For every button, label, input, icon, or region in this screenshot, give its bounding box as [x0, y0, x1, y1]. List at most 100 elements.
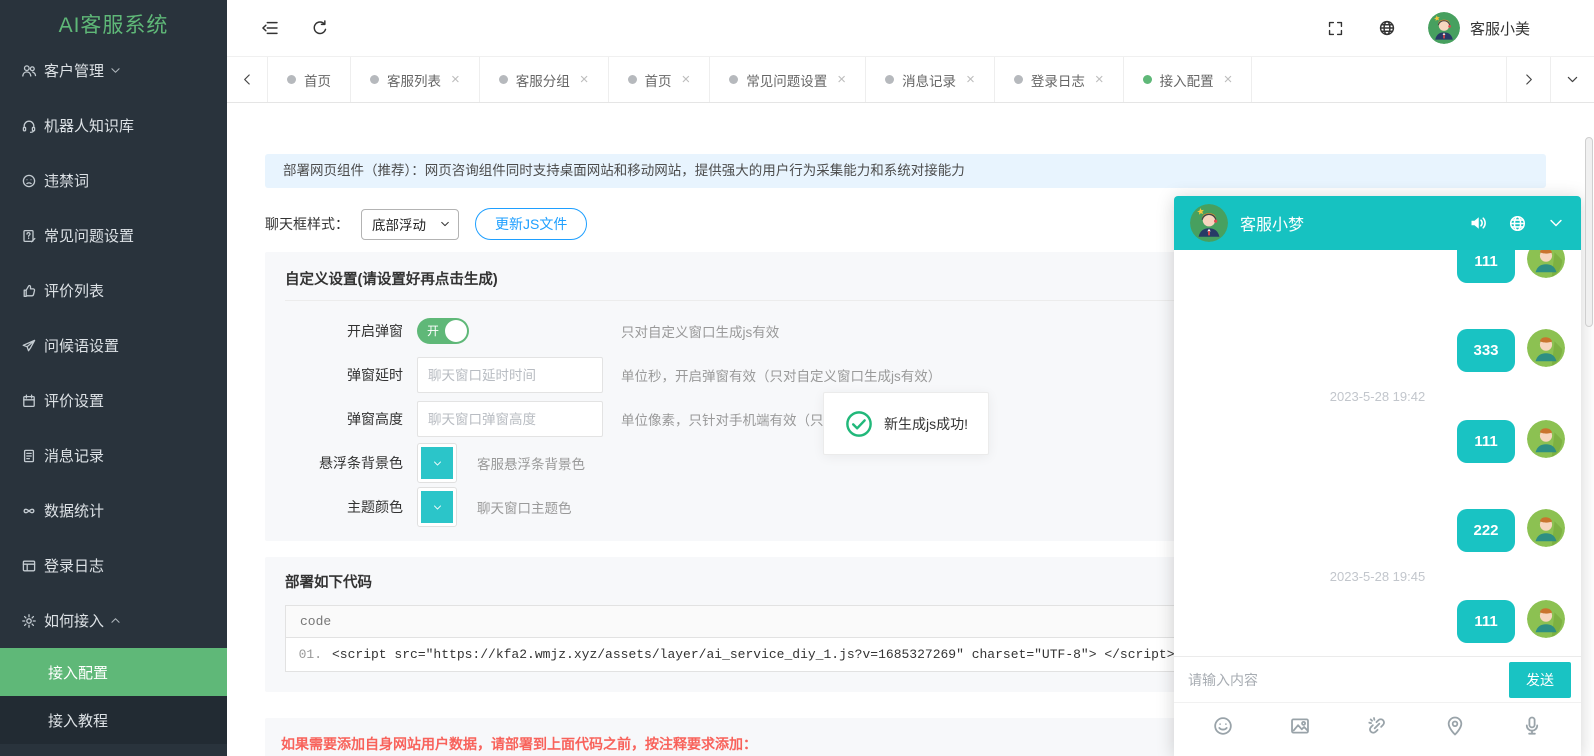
settings-row-label: 弹窗高度	[347, 411, 403, 427]
sidebar-item-faq[interactable]: 常见问题设置	[0, 208, 227, 263]
sidebar-subitem[interactable]: 接入教程	[0, 696, 227, 744]
tab-close-icon[interactable]: ×	[966, 71, 975, 88]
header-right: 客服小美	[1293, 12, 1530, 44]
sidebar-item-stats[interactable]: 数据统计	[0, 483, 227, 538]
collapse-menu-icon[interactable]	[261, 19, 279, 37]
tab-controls	[1506, 57, 1594, 102]
sidebar-item-rating-settings[interactable]: 评价设置	[0, 373, 227, 428]
tab-close-icon[interactable]: ×	[837, 71, 846, 88]
chevron-down-icon	[432, 502, 443, 513]
tab-close-icon[interactable]: ×	[1224, 71, 1233, 88]
chat-style-select[interactable]: 底部浮动	[361, 208, 459, 240]
chat-globe-icon[interactable]	[1508, 214, 1527, 233]
top-header: 客服小美	[227, 0, 1594, 57]
tab-status-dot	[498, 75, 508, 84]
page-scrollbar-thumb[interactable]	[1585, 137, 1593, 327]
tab-close-icon[interactable]: ×	[451, 71, 460, 88]
tab-label: 首页	[644, 73, 672, 89]
rating-settings-icon	[21, 393, 37, 409]
select-chevron-icon	[439, 218, 451, 230]
tab-接入配置[interactable]: 接入配置 ×	[1124, 57, 1253, 102]
sidebar-item-message-log[interactable]: 消息记录	[0, 428, 227, 483]
sidebar-item-users[interactable]: 客户管理	[0, 43, 227, 98]
tab-客服列表[interactable]: 客服列表 ×	[351, 57, 480, 102]
tab-客服分组[interactable]: 客服分组 ×	[480, 57, 609, 102]
fullscreen-icon[interactable]	[1327, 20, 1344, 37]
sidebar-subitem[interactable]: 接入配置	[0, 648, 227, 696]
tab-bar: 首页 客服列表 × 客服分组 × 首页 × 常见问题设置 × 消息记录 × 登录日志 × 接入配置 ×	[227, 57, 1594, 103]
chat-input-row: 发送	[1174, 656, 1581, 702]
greeting-icon	[21, 338, 37, 354]
settings-row-hint: 只对自定义窗口生成js有效	[621, 325, 780, 340]
shake-icon[interactable]	[1366, 715, 1388, 737]
chat-timestamp: 2023-5-28 19:42	[1329, 389, 1426, 404]
user-avatar[interactable]	[1427, 12, 1460, 44]
send-button[interactable]: 发送	[1509, 661, 1571, 698]
sound-icon[interactable]	[1468, 213, 1488, 233]
language-globe-icon[interactable]	[1378, 19, 1396, 37]
sidebar-item-banned-words[interactable]: 违禁词	[0, 153, 227, 208]
sidebar-item-rating-list[interactable]: 评价列表	[0, 263, 227, 318]
tab-status-dot	[885, 75, 895, 84]
toggle-knob	[445, 320, 467, 342]
faq-icon	[21, 228, 37, 244]
sidebar-item-login-log[interactable]: 登录日志	[0, 538, 227, 593]
tab-首页[interactable]: 首页	[268, 57, 351, 102]
chat-minimize-icon[interactable]	[1547, 214, 1565, 232]
settings-row-hint: 客服悬浮条背景色	[477, 457, 585, 472]
chat-message-bubble: 222	[1457, 509, 1515, 552]
mic-icon[interactable]	[1521, 715, 1543, 737]
tab-close-icon[interactable]: ×	[580, 71, 589, 88]
popup-toggle[interactable]: 开	[417, 318, 469, 344]
sidebar-item-greeting[interactable]: 问候语设置	[0, 318, 227, 373]
chevron-down-icon	[432, 458, 443, 469]
tab-status-dot	[627, 75, 637, 84]
chat-style-selected: 底部浮动	[372, 218, 426, 233]
tab-status-dot	[370, 75, 379, 84]
image-icon[interactable]	[1289, 715, 1311, 737]
tab-close-icon[interactable]: ×	[1095, 71, 1104, 88]
agent-avatar	[1190, 204, 1228, 242]
stats-icon	[21, 503, 37, 519]
color-picker[interactable]	[417, 443, 457, 483]
chat-toolbar	[1174, 702, 1581, 748]
chevron-down-icon	[21, 64, 209, 77]
sidebar-item-label: 数据统计	[44, 503, 105, 520]
visitor-avatar	[1527, 420, 1565, 458]
tabs-scroll-right-icon[interactable]	[1506, 57, 1550, 102]
success-toast: 新生成js成功!	[823, 392, 989, 455]
chat-message-row: 333	[1190, 329, 1565, 372]
tabs-menu-icon[interactable]	[1550, 57, 1594, 102]
tab-status-dot	[729, 75, 739, 84]
sidebar: AI客服系统 客户管理 机器人知识库 违禁词 常见问题设置 评价列表 问候语设置 评价设置消…	[0, 0, 227, 756]
agent-name: 客服小梦	[1240, 217, 1305, 234]
tab-常见问题设置[interactable]: 常见问题设置 ×	[710, 57, 867, 102]
user-name: 客服小美	[1469, 20, 1530, 38]
settings-text-input[interactable]	[417, 357, 603, 393]
chat-message-row: 111	[1190, 250, 1565, 283]
sidebar-item-label: 评价设置	[44, 393, 105, 410]
tabs-scroll-left-icon[interactable]	[227, 57, 267, 102]
sidebar-item-connect[interactable]: 如何接入	[0, 593, 227, 648]
tab-首页[interactable]: 首页 ×	[609, 57, 711, 102]
refresh-icon[interactable]	[311, 19, 329, 37]
tab-消息记录[interactable]: 消息记录 ×	[866, 57, 995, 102]
tab-登录日志[interactable]: 登录日志 ×	[995, 57, 1124, 102]
update-js-button[interactable]: 更新JS文件	[475, 208, 588, 240]
visitor-avatar	[1527, 329, 1565, 367]
sidebar-item-robot[interactable]: 机器人知识库	[0, 98, 227, 153]
tab-label: 常见问题设置	[746, 73, 828, 89]
location-icon[interactable]	[1444, 715, 1466, 737]
settings-row-label: 开启弹窗	[347, 323, 403, 339]
settings-text-input[interactable]	[417, 401, 603, 437]
chat-message-row: 111	[1190, 600, 1565, 643]
tab-label: 登录日志	[1030, 73, 1085, 89]
chat-message-input[interactable]	[1188, 671, 1501, 688]
rating-list-icon	[21, 283, 37, 299]
sidebar-item-label: 问候语设置	[44, 338, 120, 355]
color-picker[interactable]	[417, 487, 457, 527]
tab-label: 客服列表	[387, 73, 441, 89]
emoji-icon[interactable]	[1212, 715, 1234, 737]
tab-label: 消息记录	[902, 73, 957, 89]
tab-close-icon[interactable]: ×	[682, 71, 691, 88]
